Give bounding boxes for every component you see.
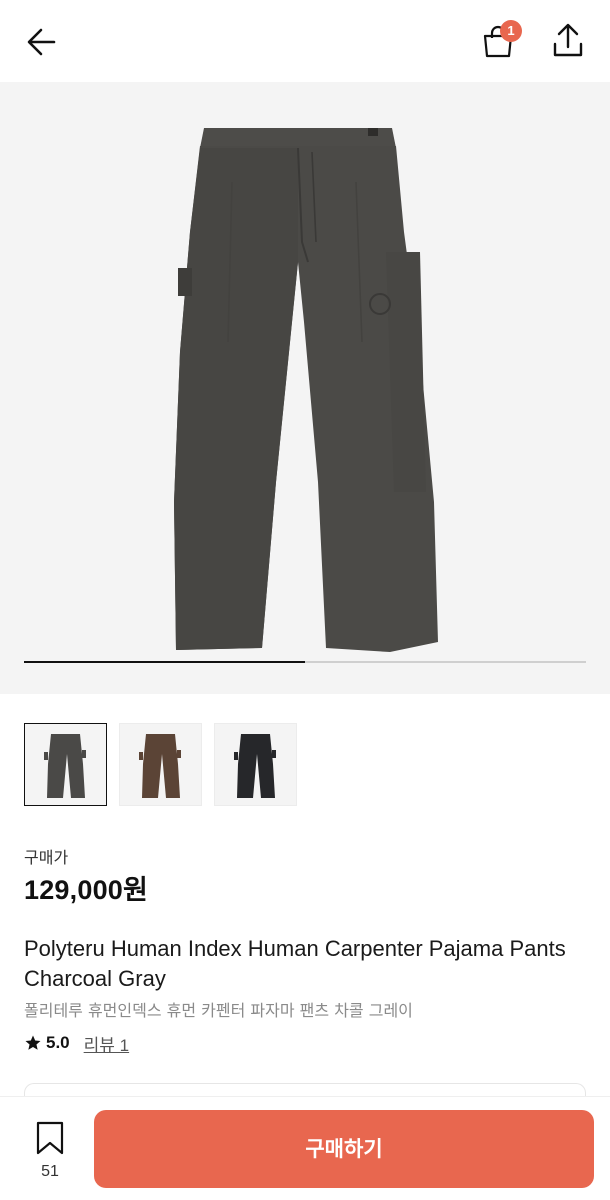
thumbnail-item[interactable]: [119, 723, 202, 806]
carousel-progress-fill: [24, 661, 305, 663]
thumbnail-item[interactable]: [214, 723, 297, 806]
buy-button[interactable]: 구매하기: [94, 1110, 594, 1188]
review-link[interactable]: 리뷰 1: [84, 1031, 129, 1056]
carousel-progress-track: [24, 661, 586, 663]
thumbnail-item[interactable]: [24, 723, 107, 806]
back-button[interactable]: [22, 22, 62, 62]
share-button[interactable]: [548, 20, 588, 62]
rating-score: 5.0: [46, 1033, 70, 1052]
thumbnail-image: [234, 734, 276, 798]
top-nav-bar: 1: [0, 0, 610, 82]
cart-count-badge: 1: [500, 20, 522, 42]
star-icon: [25, 1035, 41, 1050]
product-title: Polyteru Human Index Human Carpenter Paj…: [24, 936, 566, 991]
wishlist-button[interactable]: 51: [24, 1117, 76, 1187]
wishlist-count: 51: [41, 1163, 59, 1180]
product-subtitle: 폴리테루 휴먼인덱스 휴먼 카펜터 파자마 팬츠 차콜 그레이: [24, 1001, 413, 1020]
thumbnail-image: [44, 734, 86, 798]
price-label: 구매가: [24, 850, 69, 867]
bookmark-icon: [36, 1121, 64, 1155]
bottom-action-bar: 51 구매하기: [0, 1096, 610, 1200]
product-image-carousel[interactable]: [0, 82, 610, 694]
arrow-left-icon: [27, 28, 56, 56]
product-price: 129,000원: [24, 875, 149, 905]
thumbnail-image: [139, 734, 181, 798]
rating-row: 5.0 리뷰 1: [24, 1031, 129, 1055]
product-main-image: [174, 128, 438, 652]
share-upload-icon: [553, 23, 583, 57]
cart-button[interactable]: 1: [478, 20, 522, 64]
